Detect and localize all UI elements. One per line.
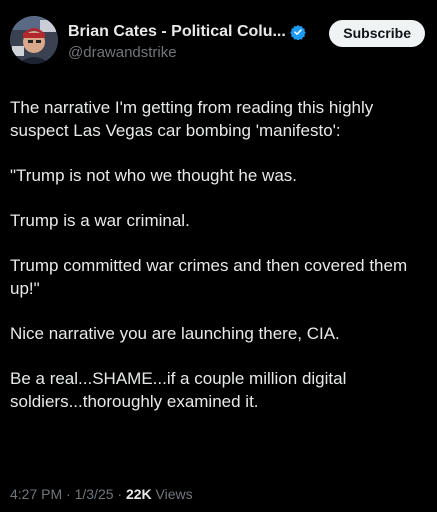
display-name-row: Brian Cates - Political Colu... (68, 21, 318, 43)
post-text: The narrative I'm getting from reading t… (10, 96, 427, 435)
post-paragraph: Trump committed war crimes and then cove… (10, 256, 408, 298)
author-names: Brian Cates - Political Colu... @drawand… (68, 21, 318, 61)
post-paragraph: Be a real...SHAME...if a couple million … (10, 369, 347, 411)
meta-separator: · (62, 486, 75, 502)
subscribe-button[interactable]: Subscribe (329, 20, 425, 47)
verified-badge-icon (290, 24, 306, 41)
handle[interactable]: @drawandstrike (68, 44, 318, 61)
avatar[interactable] (10, 16, 58, 64)
views-count[interactable]: 22K (126, 486, 152, 502)
post-header: Brian Cates - Political Colu... @drawand… (10, 16, 425, 68)
post-date[interactable]: 1/3/25 (75, 486, 114, 502)
post-paragraph: The narrative I'm getting from reading t… (10, 98, 374, 140)
views-label: Views (151, 486, 193, 502)
display-name[interactable]: Brian Cates - Political Colu... (68, 23, 286, 41)
post-paragraph: Nice narrative you are launching there, … (10, 324, 340, 343)
post-time[interactable]: 4:27 PM (10, 486, 62, 502)
meta-separator: · (113, 486, 126, 502)
post-paragraph: "Trump is not who we thought he was. (10, 166, 297, 185)
post-meta: 4:27 PM · 1/3/25 · 22K Views (10, 486, 193, 502)
post-paragraph: Trump is a war criminal. (10, 211, 190, 230)
